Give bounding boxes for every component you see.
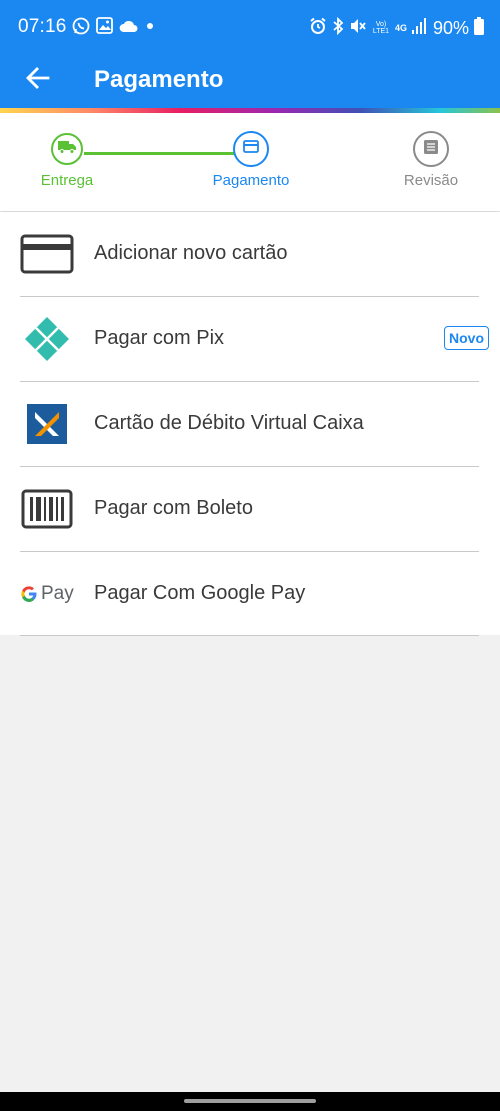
payment-option-pix[interactable]: Pagar com Pix Novo xyxy=(0,297,500,381)
network-4g-icon: 4G xyxy=(394,23,407,33)
status-time: 07:16 xyxy=(18,16,67,37)
toolbar: Pagamento xyxy=(0,56,500,108)
bluetooth-icon xyxy=(332,16,344,40)
step-revisao[interactable]: Revisão xyxy=(376,131,486,189)
google-pay-logo: Pay xyxy=(20,570,74,618)
google-pay-logo-text: Pay xyxy=(41,583,74,604)
payment-option-caixa[interactable]: Cartão de Débito Virtual Caixa xyxy=(0,382,500,466)
checkout-stepper: Entrega Pagamento Revisão xyxy=(0,113,500,211)
back-button[interactable] xyxy=(20,62,56,98)
volte-icon: Vo) LTE1 xyxy=(372,21,390,35)
status-right-icons: Vo) LTE1 4G 90% xyxy=(309,16,484,40)
step-entrega-circle xyxy=(51,133,83,165)
payment-option-label: Pagar Com Google Pay xyxy=(94,582,306,604)
system-navigation-bar xyxy=(0,1092,500,1111)
step-revisao-circle xyxy=(413,131,449,167)
step-pagamento-circle xyxy=(233,131,269,167)
cloud-icon xyxy=(119,19,138,38)
caixa-logo xyxy=(20,400,74,448)
whatsapp-icon xyxy=(72,17,90,40)
battery-icon xyxy=(474,16,484,40)
new-badge: Novo xyxy=(444,326,489,350)
pix-logo xyxy=(20,315,74,363)
arrow-left-icon xyxy=(25,65,51,96)
payment-option-label: Pagar com Boleto xyxy=(94,497,253,519)
step-entrega-label: Entrega xyxy=(40,172,94,189)
barcode-icon xyxy=(20,485,74,533)
payment-option-google-pay[interactable]: Pay Pagar Com Google Pay xyxy=(0,552,500,636)
step-pagamento-label: Pagamento xyxy=(212,172,290,189)
battery-percent: 90% xyxy=(432,17,469,38)
signal-icon xyxy=(411,17,426,39)
document-icon xyxy=(423,139,439,160)
credit-card-icon xyxy=(20,230,74,278)
payment-options-list: Adicionar novo cartão Pagar com Pix Novo… xyxy=(0,212,500,636)
alarm-icon xyxy=(309,17,327,40)
home-gesture-handle[interactable] xyxy=(184,1099,316,1103)
gallery-icon xyxy=(96,17,113,39)
status-left-icons xyxy=(72,17,156,39)
payment-option-boleto[interactable]: Pagar com Boleto xyxy=(0,467,500,551)
step-entrega[interactable]: Entrega xyxy=(12,133,122,189)
payment-option-label: Cartão de Débito Virtual Caixa xyxy=(94,412,364,434)
step-pagamento[interactable]: Pagamento xyxy=(196,131,306,189)
page-title: Pagamento xyxy=(94,66,224,93)
payment-option-label: Pagar com Pix xyxy=(94,327,225,349)
dot-icon xyxy=(144,19,156,37)
card-icon xyxy=(243,140,259,158)
divider xyxy=(20,635,479,636)
truck-icon xyxy=(58,140,76,159)
app-bar: 07:16 Vo) LTE1 4G 90% Pagamento xyxy=(0,0,500,110)
step-revisao-label: Revisão xyxy=(403,172,459,189)
payment-option-new-card[interactable]: Adicionar novo cartão xyxy=(0,212,500,296)
status-bar: 07:16 Vo) LTE1 4G 90% xyxy=(0,0,500,56)
payment-option-label: Adicionar novo cartão xyxy=(94,242,288,264)
mute-icon xyxy=(349,17,367,40)
